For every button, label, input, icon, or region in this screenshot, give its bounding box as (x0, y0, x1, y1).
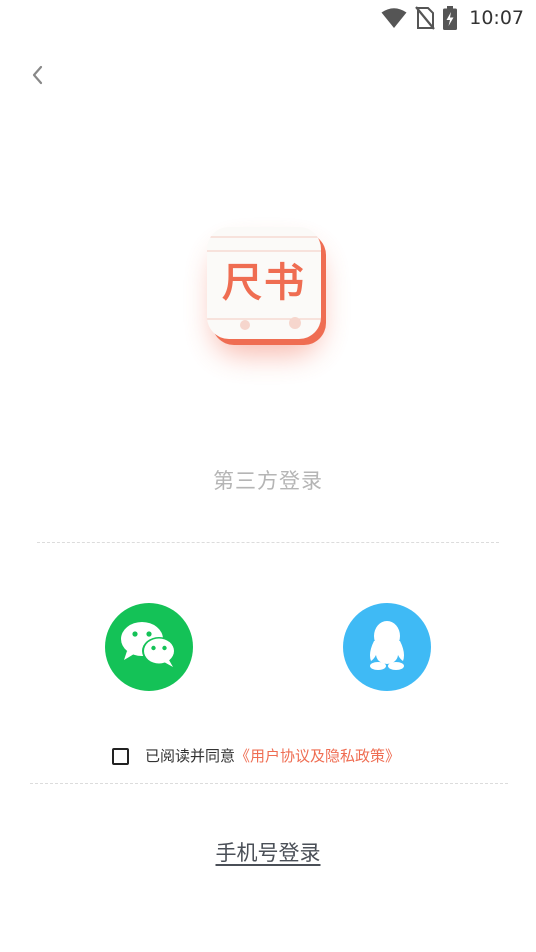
wifi-icon (381, 7, 407, 29)
qq-penguin-icon (364, 619, 410, 675)
battery-charging-icon (443, 6, 458, 30)
phone-login-container: 手机号登录 (0, 837, 536, 869)
divider-top (37, 542, 499, 543)
status-clock: 10:07 (469, 7, 524, 29)
back-button[interactable] (22, 62, 52, 92)
agreement-checkbox[interactable] (112, 747, 129, 765)
wechat-icon (119, 620, 179, 674)
phone-login-link[interactable]: 手机号登录 (216, 841, 321, 865)
status-icons: 10:07 (381, 5, 524, 31)
qq-login-button[interactable] (343, 603, 431, 691)
agreement-row: 已阅读并同意 《用户协议及隐私政策》 (112, 745, 400, 767)
logo-text: 尺书 (222, 259, 306, 306)
wechat-login-button[interactable] (105, 603, 193, 691)
divider-bottom (30, 783, 508, 784)
app-logo: 尺书 (207, 227, 327, 355)
third-party-login-title: 第三方登录 (213, 469, 323, 493)
agreement-prefix: 已阅读并同意 (145, 747, 236, 765)
chevron-left-icon (30, 64, 44, 90)
status-bar: 10:07 (0, 0, 536, 36)
no-sim-icon (415, 6, 436, 30)
user-agreement-privacy-link[interactable]: 《用户协议及隐私政策》 (235, 745, 400, 767)
logo-front-page: 尺书 (207, 227, 321, 339)
